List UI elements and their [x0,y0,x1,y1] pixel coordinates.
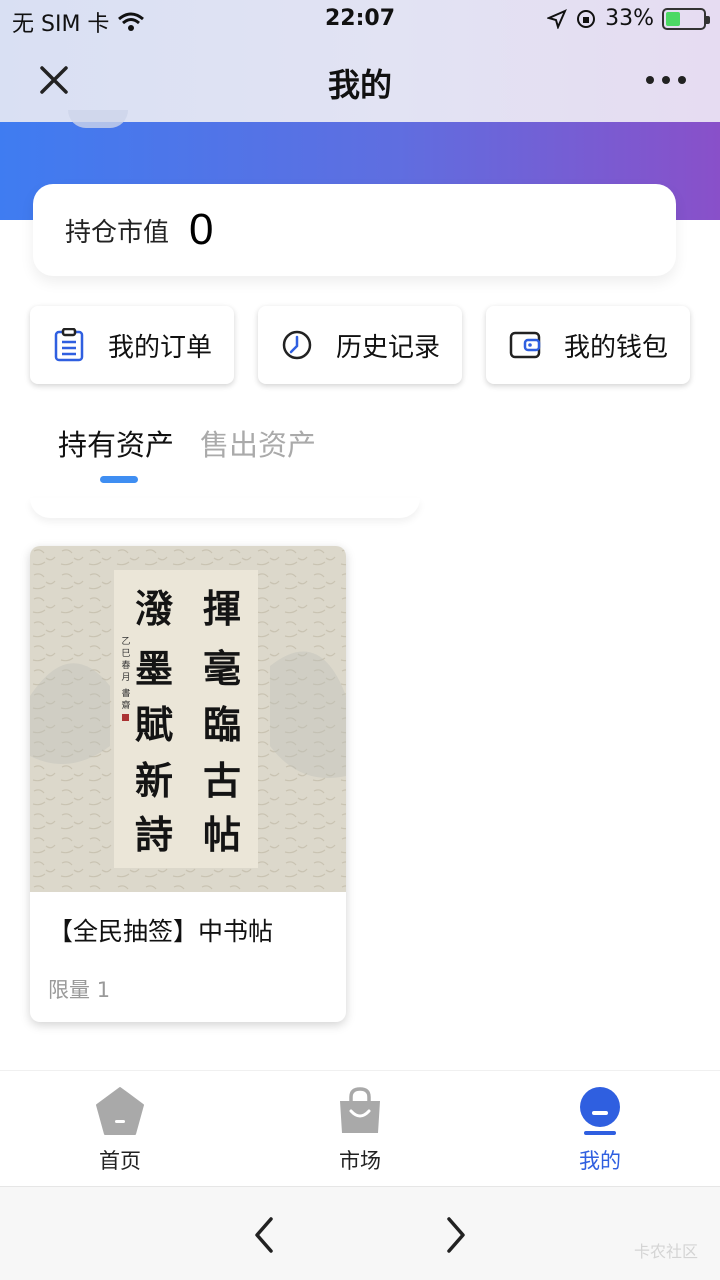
asset-limit-value: 1 [96,978,111,1002]
calligraphy-artwork-image: 揮 毫 臨 古 帖 潑 墨 賦 新 詩 乙巳春月 書齋 [30,546,346,892]
asset-limit: 限量 1 [48,974,110,1004]
calligraphy-char: 新 [135,758,173,803]
back-arrow-icon[interactable] [246,1215,282,1255]
tabbar-item-home[interactable]: 首页 [60,1085,180,1175]
asset-title: 【全民抽签】中书帖 [48,917,274,946]
calligraphy-char: 墨 [135,646,173,691]
rotation-lock-icon [577,9,596,28]
browser-toolbar [0,1186,720,1280]
quick-actions: 我的订单 历史记录 我的钱包 [30,306,690,384]
watermark: 卡农社区 [633,1242,698,1261]
status-bar: 无 SIM 卡 22:07 33% [0,0,720,40]
calligraphy-char: 古 [203,758,241,803]
svg-text:乙: 乙 [121,636,130,647]
svg-text:春: 春 [121,659,130,671]
my-wallet-button[interactable]: 我的钱包 [486,306,690,384]
tabbar-label-market: 市场 [339,1149,381,1173]
tab-sold-assets[interactable]: 售出资产 [200,422,316,464]
calligraphy-char: 臨 [203,702,241,747]
calligraphy-char: 賦 [135,702,173,747]
svg-text:月: 月 [121,672,130,683]
calligraphy-char: 毫 [203,646,241,691]
asset-limit-label: 限量 [48,978,90,1002]
battery-percent: 33% [605,6,654,31]
history-button[interactable]: 历史记录 [258,306,462,384]
forward-arrow-icon[interactable] [438,1215,474,1255]
wallet-icon [509,331,541,359]
svg-text:書: 書 [121,687,130,699]
tabbar-item-mine[interactable]: 我的 [540,1085,660,1175]
calligraphy-char: 帖 [203,812,241,857]
tabbar-label-mine: 我的 [579,1149,621,1173]
profile-icon [580,1087,620,1135]
page-title: 我的 [327,66,392,104]
my-orders-button[interactable]: 我的订单 [30,306,234,384]
svg-text:巳: 巳 [121,648,130,659]
bottom-tab-bar: 首页 市场 我的 [0,1070,720,1186]
avatar[interactable] [68,110,128,128]
home-icon [96,1087,144,1135]
my-wallet-label: 我的钱包 [564,332,669,363]
shopping-bag-icon [340,1087,380,1133]
clock-icon [282,330,312,360]
my-orders-label: 我的订单 [108,332,213,363]
holdings-value-card: 持仓市值 0 [33,184,676,276]
asset-card[interactable]: 揮 毫 臨 古 帖 潑 墨 賦 新 詩 乙巳春月 書齋 【全民抽签】中书帖 限量… [30,546,346,1022]
tabbar-item-market[interactable]: 市场 [300,1085,420,1175]
holdings-value-label: 持仓市值 [65,217,170,248]
tab-held-assets[interactable]: 持有资产 [58,422,174,464]
page: 无 SIM 卡 22:07 33% 我的 持仓市值 0 我的订单 历史记录 我的… [0,0,720,1280]
calligraphy-char: 詩 [135,812,173,857]
holdings-value: 0 [189,205,214,254]
more-options-icon[interactable] [646,62,686,98]
order-list-icon [54,328,84,362]
active-tab-indicator [100,476,138,483]
tabbar-label-home: 首页 [99,1149,141,1173]
tab-panel-edge [30,498,420,518]
calligraphy-char: 揮 [203,586,241,631]
battery-icon [662,7,710,30]
location-icon [547,8,568,29]
svg-text:齋: 齋 [121,699,130,711]
history-label: 历史记录 [336,332,441,363]
asset-tabs: 持有资产 售出资产 [58,422,458,492]
calligraphy-char: 潑 [135,586,174,631]
